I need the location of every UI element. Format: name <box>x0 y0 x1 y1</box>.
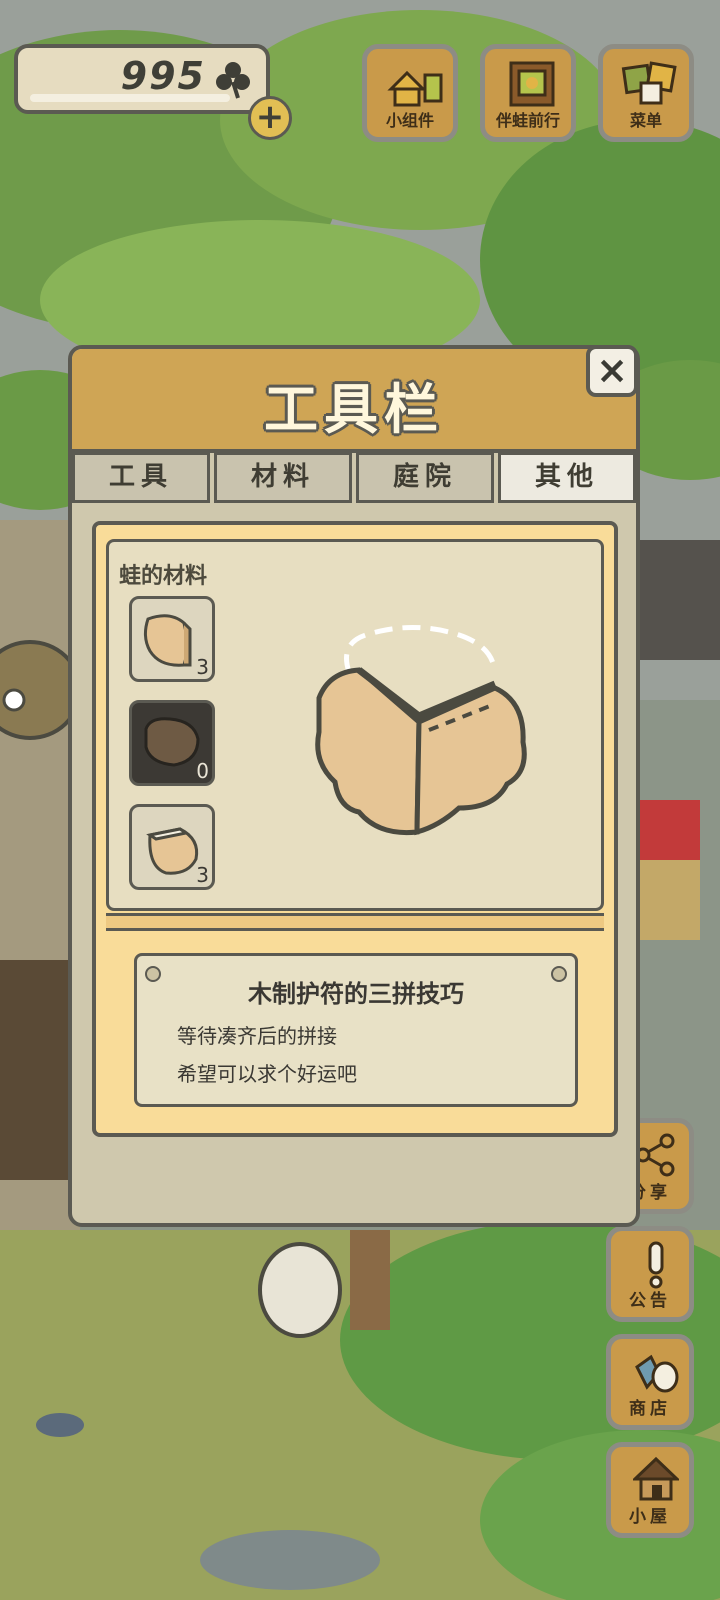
shop-button[interactable]: 商店 <box>606 1334 694 1430</box>
clover-progress-bar <box>30 94 230 102</box>
tab-materials[interactable]: 材料 <box>214 453 352 503</box>
item-panel: 蛙的材料 3 0 3 木制护符的三拼技巧 等待凑齐后的拼接 希望可以求个好运吧 <box>92 521 618 1137</box>
toolbar-dialog: 工具栏 工具 材料 庭院 其他 蛙的材料 3 0 3 木制护符的三拼技巧 等待凑… <box>68 345 640 1227</box>
item-count-1: 3 <box>196 655 209 679</box>
item-count-2: 0 <box>196 759 209 783</box>
amulet-piece-right-icon <box>146 827 199 875</box>
item-list-area: 蛙的材料 3 0 3 <box>106 539 604 911</box>
category-label: 蛙的材料 <box>119 564 208 589</box>
notice-label: 公告 <box>629 1291 671 1311</box>
description-title: 木制护符的三拼技巧 <box>248 980 464 1008</box>
item-description: 木制护符的三拼技巧 等待凑齐后的拼接 希望可以求个好运吧 <box>134 953 578 1107</box>
panel-divider <box>106 913 604 931</box>
widget-button[interactable]: 小组件 <box>362 44 458 142</box>
clover-counter: 995 <box>14 44 270 114</box>
notice-button[interactable]: 公告 <box>606 1226 694 1322</box>
house-button[interactable]: 小屋 <box>606 1442 694 1538</box>
description-line-2: 希望可以求个好运吧 <box>177 1062 357 1086</box>
widget-icon <box>387 70 443 107</box>
item-slot-2[interactable]: 0 <box>129 700 215 786</box>
menu-label: 菜单 <box>629 111 662 130</box>
description-line-1: 等待凑齐后的拼接 <box>177 1024 337 1048</box>
item-count-3: 3 <box>196 863 209 887</box>
house-icon <box>633 1456 679 1501</box>
item-slot-1[interactable]: 3 <box>129 596 215 682</box>
shop-label: 商店 <box>629 1399 671 1419</box>
tab-yard[interactable]: 庭院 <box>356 453 494 503</box>
item-slot-3[interactable]: 3 <box>129 804 215 890</box>
clover-count: 995 <box>120 54 206 98</box>
dialog-title: 工具栏 <box>264 378 444 441</box>
widget-label: 小组件 <box>385 111 434 130</box>
add-clover-button[interactable]: + <box>248 96 292 140</box>
wooden-amulet-preview-icon <box>315 625 527 836</box>
amulet-piece-dark-icon <box>144 717 200 767</box>
tab-other[interactable]: 其他 <box>498 453 636 503</box>
shop-bag-icon <box>635 1354 679 1393</box>
house-label: 小屋 <box>629 1507 671 1527</box>
amulet-piece-light-icon <box>143 614 192 667</box>
menu-button[interactable]: 菜单 <box>598 44 694 142</box>
photo-album-icon <box>509 61 555 107</box>
tab-tools[interactable]: 工具 <box>72 453 210 503</box>
frog-album-button[interactable]: 伴蛙前行 <box>480 44 576 142</box>
menu-cards-icon <box>621 61 677 105</box>
close-button[interactable]: × <box>586 345 638 397</box>
dialog-header: 工具栏 <box>72 349 636 453</box>
frog-album-label: 伴蛙前行 <box>495 111 560 130</box>
tab-bar: 工具 材料 庭院 其他 <box>72 453 636 503</box>
exclamation-icon <box>648 1241 664 1289</box>
